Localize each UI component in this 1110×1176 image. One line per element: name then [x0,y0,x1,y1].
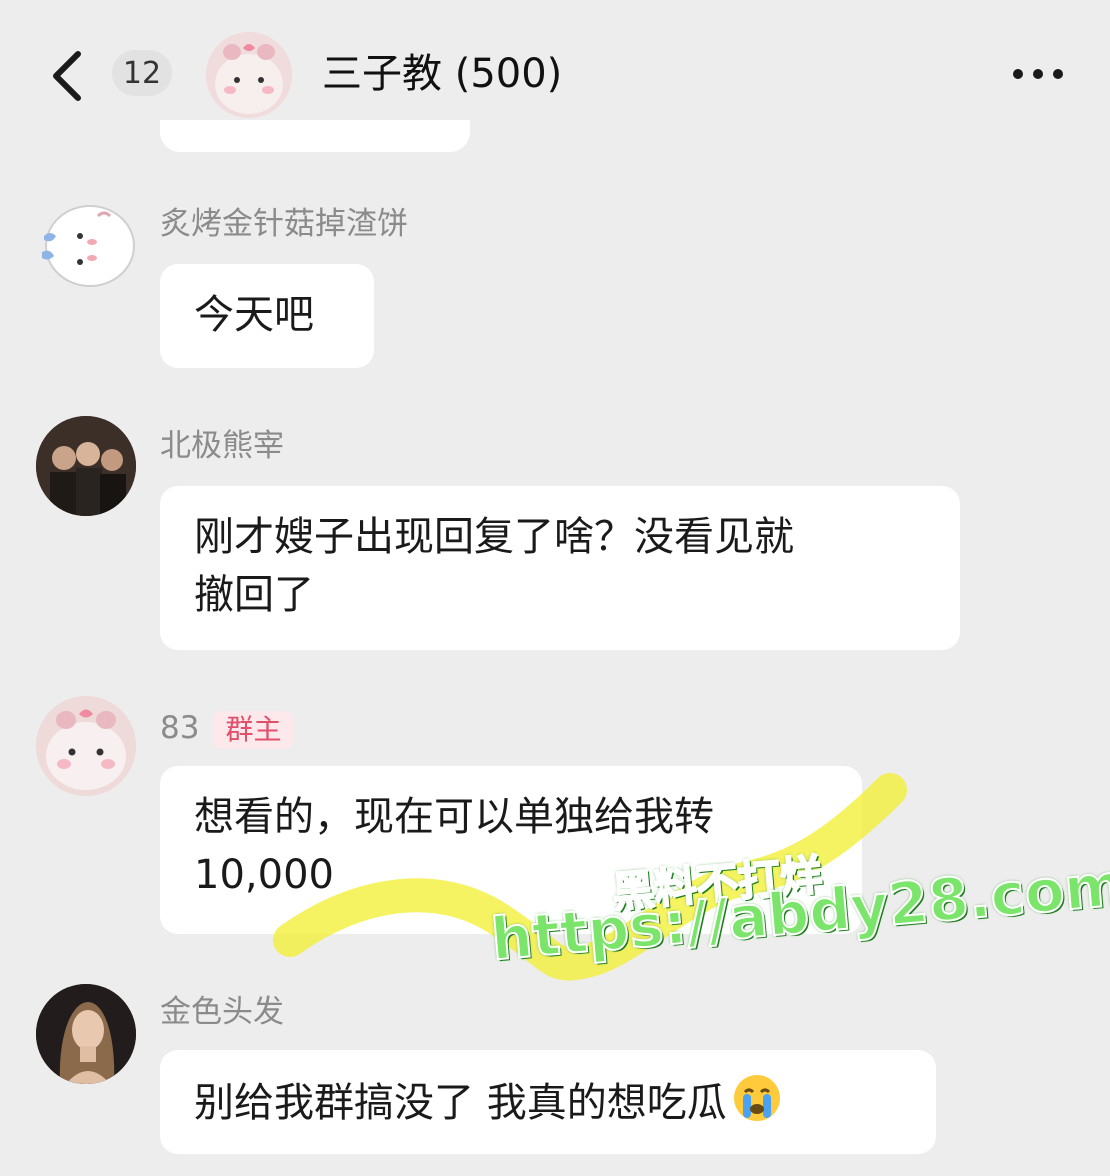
hamster-avatar-icon [206,32,292,118]
back-button[interactable] [44,46,94,106]
doodle-avatar-icon [42,205,135,287]
sender-avatar[interactable] [36,696,136,796]
sender-avatar[interactable] [36,984,136,1084]
unread-count-badge[interactable]: 12 [112,50,172,96]
sender-name-text: 83 [160,710,200,746]
message-bubble[interactable]: 今天吧 [160,264,374,368]
message-bubble[interactable]: 刚才嫂子出现回复了啥？没看见就 撤回了 [160,486,960,650]
message-text: 别给我群搞没了 我真的想吃瓜 [194,1080,727,1126]
sender-name: 炙烤金针菇掉渣饼 [160,206,408,242]
sender-avatar[interactable] [36,196,136,296]
sender-name: 北极熊宰 [160,428,284,464]
message-text: 今天吧 [194,292,314,338]
group-owner-badge: 群主 [213,710,294,749]
group-avatar[interactable] [206,32,292,118]
message-text-line: 想看的，现在可以单独给我转 [194,794,714,840]
message-bubble[interactable]: 别给我群搞没了 我真的想吃瓜 [160,1050,936,1154]
sender-name: 金色头发 [160,994,284,1030]
more-dots-icon [1013,69,1063,79]
sender-avatar[interactable] [36,416,136,516]
more-button[interactable] [1010,56,1066,92]
group-title: 三子教 (500) [322,51,563,97]
group-photo-avatar-icon [36,416,136,516]
previous-message-bubble [160,120,470,152]
crying-face-icon [733,1075,780,1121]
sender-name: 83 群主 [160,708,294,749]
portrait-avatar-icon [36,984,136,1084]
chevron-left-icon [53,51,81,101]
message-text-line: 刚才嫂子出现回复了啥？没看见就 [194,514,794,560]
message-text-line: 撤回了 [194,572,314,618]
hamster-avatar-icon [36,696,136,796]
